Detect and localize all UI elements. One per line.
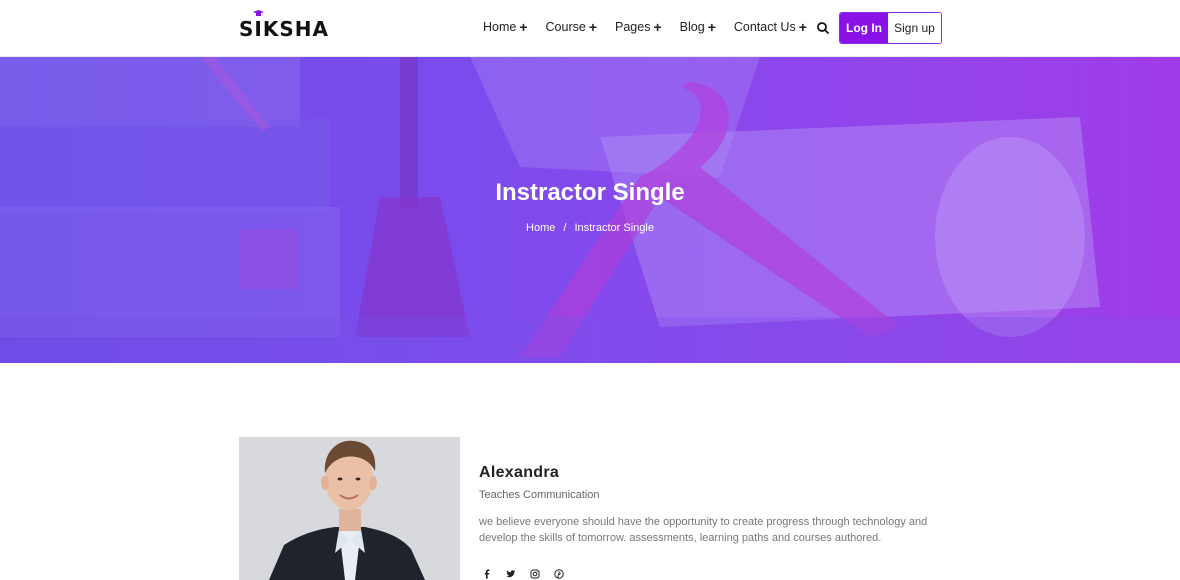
breadcrumb: Home / Instractor Single — [0, 222, 1180, 234]
auth-buttons: Log In Sign up — [839, 12, 942, 44]
nav-label: Pages — [615, 20, 651, 34]
plus-icon: + — [798, 19, 807, 35]
nav-item-blog[interactable]: Blog + — [680, 20, 716, 34]
breadcrumb-separator: / — [563, 222, 567, 234]
breadcrumb-home-link[interactable]: Home — [526, 222, 555, 234]
social-links — [482, 569, 564, 579]
pinterest-icon[interactable] — [554, 569, 564, 579]
login-button[interactable]: Log In — [840, 13, 888, 43]
nav-item-home[interactable]: Home + — [483, 20, 528, 34]
page-title: Instractor Single — [495, 179, 685, 206]
plus-icon: + — [707, 19, 716, 35]
search-icon[interactable] — [815, 20, 831, 36]
plus-icon: + — [519, 19, 528, 35]
instructor-photo — [239, 437, 460, 580]
signup-button[interactable]: Sign up — [888, 13, 941, 43]
nav-label: Contact Us — [733, 20, 796, 34]
site-header: SIKSHA Home + Course + Pages + Blog + Co… — [0, 0, 1180, 57]
nav-label: Course — [545, 20, 586, 34]
main-nav: Home + Course + Pages + Blog + Contact U… — [483, 20, 807, 34]
nav-item-pages[interactable]: Pages + — [615, 20, 662, 34]
twitter-icon[interactable] — [506, 569, 516, 579]
breadcrumb-current: Instractor Single — [574, 222, 654, 234]
plus-icon: + — [653, 19, 662, 35]
instructor-bio: we believe everyone should have the oppo… — [479, 516, 928, 544]
nav-item-course[interactable]: Course + — [546, 20, 597, 34]
instagram-icon[interactable] — [530, 569, 540, 579]
facebook-icon[interactable] — [482, 569, 492, 579]
nav-label: Home — [483, 20, 517, 34]
plus-icon: + — [588, 19, 598, 35]
nav-item-contact[interactable]: Contact Us + — [734, 20, 807, 34]
hero-banner: Instractor Single Home / Instractor Sing… — [0, 57, 1180, 363]
instructor-name: Alexandra — [479, 464, 560, 481]
instructor-role: Teaches Communication — [479, 489, 600, 501]
graduation-cap-icon — [253, 10, 264, 16]
nav-label: Blog — [679, 20, 705, 34]
logo[interactable]: SIKSHA — [239, 10, 329, 42]
logo-text: SIKSHA — [239, 17, 329, 41]
portrait-image — [239, 437, 460, 580]
hero-overlay — [0, 57, 1180, 363]
